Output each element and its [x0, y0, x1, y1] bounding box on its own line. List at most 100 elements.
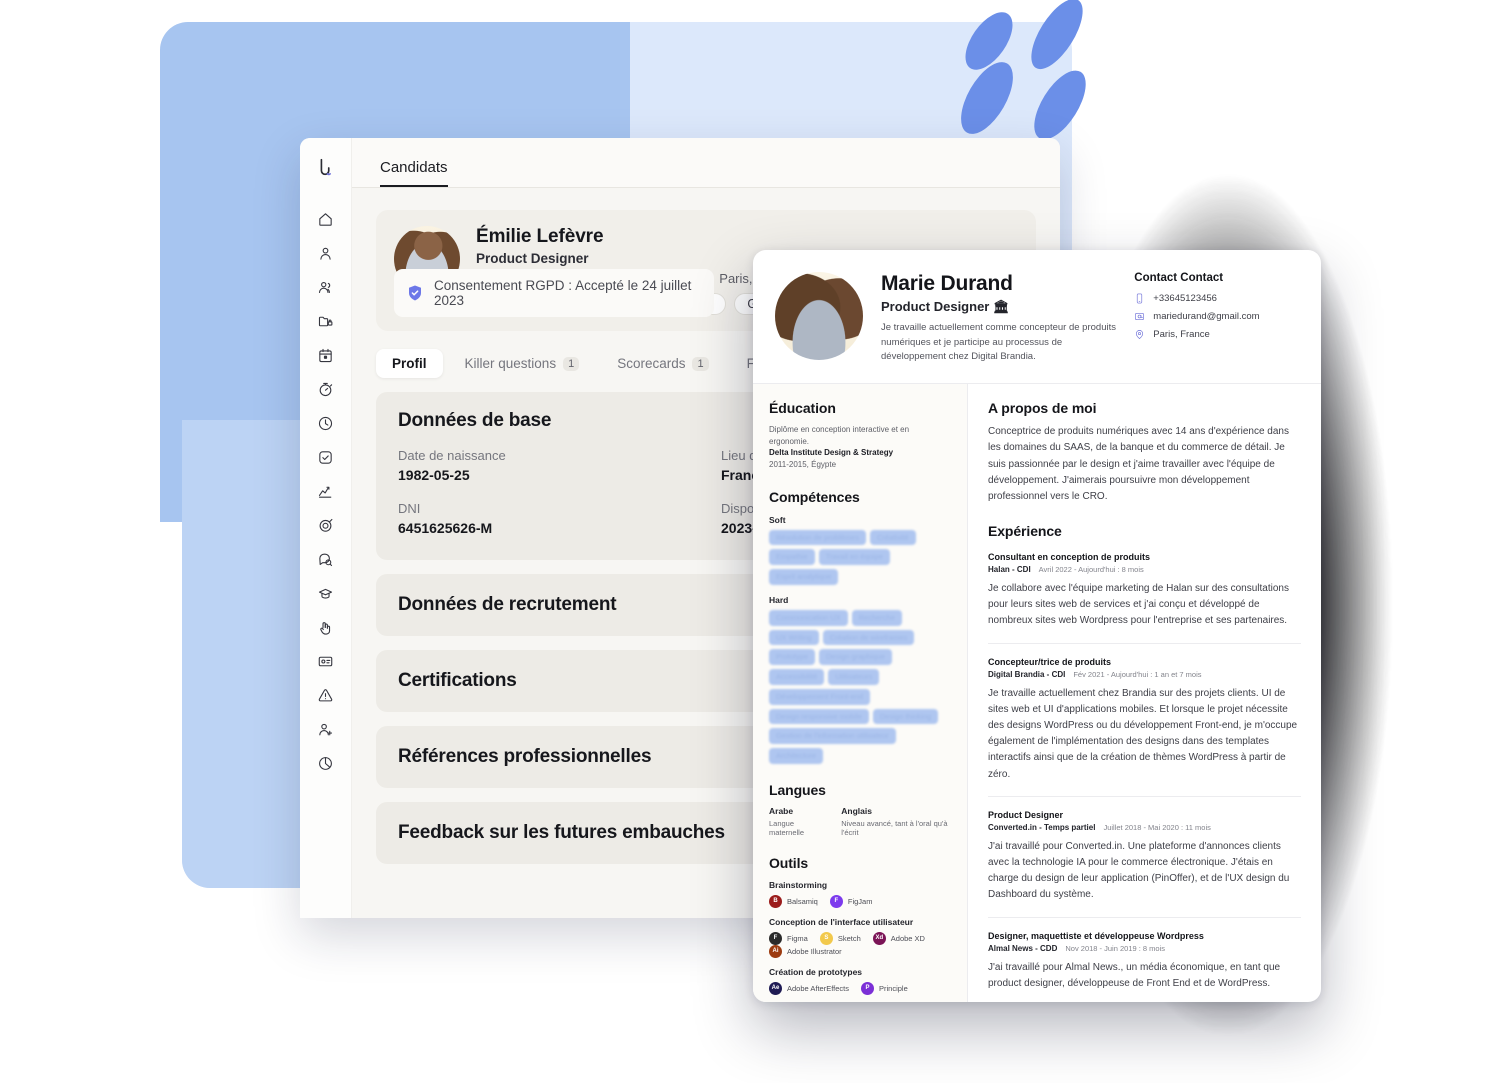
sidebar-item-calendar[interactable] [309, 338, 343, 372]
cv-experience-role: Designer, maquettiste et développeuse Wo… [988, 930, 1204, 941]
sidebar-item-stopwatch[interactable] [309, 372, 343, 406]
sidebar-item-home[interactable] [309, 202, 343, 236]
field-value: 6451625626-M [398, 520, 493, 536]
sidebar-item-user[interactable] [309, 236, 343, 270]
cv-skill-tag: Développement Front-end [769, 688, 871, 705]
chart-line-icon [318, 486, 332, 498]
field-label: DNI [398, 501, 421, 516]
cv-language-list: Arabe Langue maternelle Anglais Niveau avan… [769, 806, 951, 837]
cv-contact-title: Contact Contact [1134, 272, 1224, 284]
cv-skill-tag: Architecture [769, 748, 824, 764]
sidebar-item-folder-lock[interactable] [309, 304, 343, 338]
cv-contact-row[interactable]: +33645123456 [1134, 293, 1299, 304]
cv-role: Product Designer 🏛 [881, 299, 1010, 314]
cv-soft-skill-tags: Résolution de problèmes Créativité Empathi… [769, 529, 951, 585]
topbar: Candidats [352, 138, 1060, 188]
home-icon [319, 212, 332, 226]
cv-tool-label: Balsamiq [787, 896, 818, 906]
cv-skill-tag: Prototype [769, 649, 816, 666]
tab-profil[interactable]: Profil [376, 349, 443, 378]
sidebar-item-check-square[interactable] [309, 440, 343, 474]
cv-experience-description: Je collabore avec l'équipe marketing de … [988, 583, 1289, 627]
cv-tool-category: Conception de l'interface utilisateur [769, 916, 914, 927]
cv-tool-category: Création de prototypes [769, 966, 863, 977]
check-square-icon [319, 450, 332, 464]
tool-badge-icon: P [861, 981, 874, 995]
cv-skill-tag: Accessibilité [769, 669, 825, 685]
calendar-icon [319, 348, 332, 362]
cv-tool-item: F Figma [769, 931, 808, 945]
cv-header: Marie Durand Product Designer 🏛 Je trava… [753, 250, 1321, 383]
cv-experience-item: Designer, maquettiste et développeuse Wo… [988, 916, 1301, 992]
cv-tool-item: Xd Adobe XD [872, 931, 925, 945]
sidebar-item-id-card[interactable] [309, 644, 343, 678]
tab-label: Profil [392, 356, 427, 371]
cv-skill-tag: Gestion de l'information utilisateur [769, 728, 896, 745]
sidebar-item-target[interactable] [309, 508, 343, 542]
cv-experience-company: Converted.in - Temps partiel Juillet 2018… [988, 822, 1211, 832]
sidebar [300, 138, 352, 918]
cv-contact-value: +33645123456 [1153, 293, 1217, 304]
cv-tool-item: P Principle [861, 981, 908, 995]
cv-skill-tag: Créativité [869, 529, 916, 546]
cv-experience-item: Concepteur/trice de produits Digital Bran… [988, 642, 1301, 783]
cv-languages-title: Langues [769, 781, 826, 798]
tool-badge-icon: Xd [872, 931, 886, 945]
cv-bio: Je travaille actuellement comme concepte… [881, 322, 1116, 363]
sidebar-item-clock[interactable] [309, 406, 343, 440]
cv-experience-description: J'ai travaillé pour Almal News., un médi… [988, 961, 1281, 989]
cv-contact-value: mariedurand@gmail.com [1153, 311, 1260, 322]
sidebar-item-alert-triangle[interactable] [309, 678, 343, 712]
target-icon [319, 518, 333, 532]
cv-language-item: Anglais Niveau avancé, tant à l'oral qu'à… [841, 806, 951, 837]
cv-skill-tag: Design thinking [872, 708, 939, 725]
cv-tool-label: Figma [787, 933, 808, 943]
cv-experience-dates: Nov 2018 - Juin 2019 : 8 mois [1065, 943, 1165, 953]
cv-left-column: Éducation Diplôme en conception interact… [753, 384, 968, 1002]
cv-language-level: Langue maternelle [769, 818, 805, 837]
cv-tools-title: Outils [769, 854, 809, 871]
cv-education-school: Delta Institute Design & Strategy [769, 448, 894, 458]
tab-count-badge: 1 [563, 356, 580, 371]
tool-badge-icon: Ai [769, 944, 782, 958]
field-group: DNI 6451625626-M [398, 501, 691, 536]
cv-experience-title: Expérience [988, 523, 1062, 540]
tab-candidats[interactable]: Candidats [380, 159, 448, 187]
sidebar-item-pie-chart[interactable] [309, 746, 343, 780]
sidebar-item-hand-touch[interactable] [309, 610, 343, 644]
cv-contact-row[interactable]: Paris, France [1134, 329, 1299, 340]
chat-icon [319, 553, 333, 566]
tab-scorecards[interactable]: Scorecards 1 [601, 349, 724, 378]
pie-chart-icon [319, 756, 332, 770]
cv-tool-list: Brainstorming B Balsamiq F FigJam Conception … [769, 880, 951, 1002]
sidebar-item-chart-line[interactable] [309, 474, 343, 508]
cv-tool-item: F FigJam [829, 894, 872, 908]
app-logo-icon[interactable] [309, 150, 343, 184]
cv-experience-dates: Avril 2022 - Aujourd'hui : 8 mois [1038, 565, 1144, 575]
field-label: Date de naissance [398, 448, 506, 463]
cv-contact-row[interactable]: mariedurand@gmail.com [1134, 311, 1299, 322]
sidebar-item-chat[interactable] [309, 542, 343, 576]
cv-about-text: Conceptrice de produits numériques avec … [988, 426, 1289, 502]
location-pin-icon [1136, 330, 1144, 340]
cv-experience-dates: Juillet 2018 - Mai 2020 : 11 mois [1103, 822, 1211, 832]
cv-contact-value: Paris, France [1153, 329, 1210, 340]
cv-experience-role: Concepteur/trice de produits [988, 656, 1112, 667]
tab-killer-questions[interactable]: Killer questions 1 [449, 349, 596, 378]
cv-skill-tag: Esprit analytique [769, 569, 839, 585]
sidebar-item-users[interactable] [309, 270, 343, 304]
cv-name: Marie Durand [881, 272, 1013, 295]
sidebar-item-graduation-cap[interactable] [309, 576, 343, 610]
cv-language-name: Anglais [841, 805, 872, 816]
cv-tool-item: Ae Adobe AfterEffects [769, 981, 849, 995]
cv-skill-tag: Design responsive mobile [769, 708, 869, 725]
cv-right-column: A propos de moi Conceptrice de produits … [968, 384, 1321, 1002]
sidebar-item-user-plus[interactable] [309, 712, 343, 746]
rgpd-text: Consentement RGPD : Accepté le 24 juille… [434, 278, 692, 308]
cv-experience-item: Product Designer Converted.in - Temps par… [988, 795, 1301, 904]
cv-experience-description: J'ai travaillé pour Converted.in. Une pl… [988, 840, 1290, 901]
cv-experience-company: Halan - CDI Avril 2022 - Aujourd'hui : 8 … [988, 565, 1144, 575]
field-group: Date de naissance 1982-05-25 [398, 448, 691, 483]
alert-triangle-icon [318, 688, 333, 701]
cv-tool-label: Principle [879, 983, 908, 993]
